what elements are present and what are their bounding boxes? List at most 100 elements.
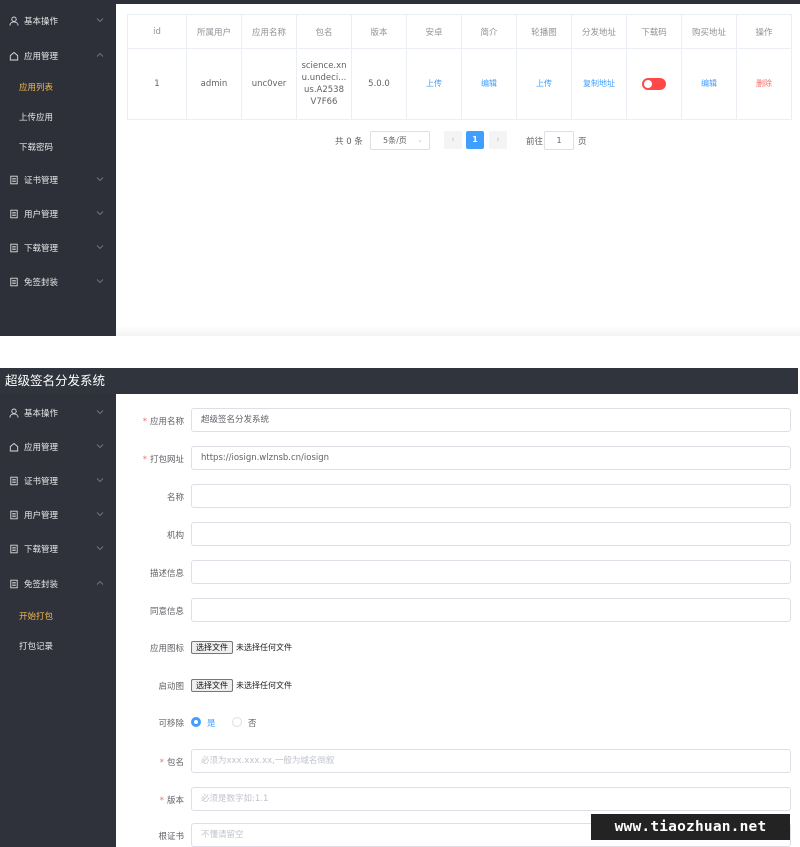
version-input[interactable]: 必须是数字如:1.1 (191, 787, 791, 811)
page-size-value: 5条/页 (383, 136, 407, 145)
required-mark: * (142, 455, 147, 465)
name-input[interactable] (191, 484, 791, 508)
sidebar-item-basic[interactable]: 基本操作 (0, 6, 116, 36)
home-icon (9, 51, 19, 61)
required-mark: * (142, 417, 147, 427)
form-label-text: 打包网址 (149, 455, 184, 465)
document-icon (9, 209, 19, 219)
sidebar-item-user-manage[interactable]: 用户管理 (0, 500, 116, 530)
sidebar-item-label: 基本操作 (24, 17, 59, 27)
sidebar-item-cert-manage[interactable]: 证书管理 (0, 466, 116, 496)
splash-file-button[interactable]: 选择文件 (191, 679, 233, 692)
package-line: us.A2538 (304, 85, 344, 95)
document-icon (9, 510, 19, 520)
form-row-pack-url: * 打包网址 https://iosign.wlznsb.cn/iosign (116, 446, 800, 470)
form-row-app-name: * 应用名称 超级签名分发系统 (116, 408, 800, 432)
pagination-total: 共 0 条 (335, 137, 363, 147)
form-row-version: * 版本 必须是数字如:1.1 (116, 787, 800, 811)
required-mark: * (159, 796, 164, 806)
sidebar-item-label: 免签封装 (24, 580, 59, 590)
pack-url-input[interactable]: https://iosign.wlznsb.cn/iosign (191, 446, 791, 470)
sidebar-item-free-sign[interactable]: 免签封装 (0, 569, 116, 599)
form-row-app-icon: 应用图标 选择文件 未选择任何文件 (116, 635, 800, 659)
sidebar-item-label: 基本操作 (24, 409, 59, 419)
sidebar-item-basic[interactable]: 基本操作 (0, 398, 116, 428)
form-label: * 打包网址 (143, 453, 184, 465)
form-row-splash: 启动图 选择文件 未选择任何文件 (116, 673, 800, 697)
cell-buy-url: 编辑 (681, 48, 737, 120)
pack-form-panel: * 应用名称 超级签名分发系统 * 打包网址 https://iosign.wlzn… (116, 394, 800, 847)
cell-id: 1 (127, 48, 187, 120)
col-header-download-code: 下载码 (626, 14, 682, 49)
chevron-down-icon (96, 279, 104, 284)
removable-yes-radio[interactable] (191, 717, 201, 727)
sidebar-sub-app-list[interactable]: 应用列表 (0, 72, 116, 102)
sidebar-item-user-manage[interactable]: 用户管理 (0, 199, 116, 229)
sidebar-item-cert-manage[interactable]: 证书管理 (0, 165, 116, 195)
form-label: 同意信息 (149, 607, 184, 617)
sidebar-item-label: 下载管理 (24, 244, 59, 254)
sidebar-item-label: 用户管理 (24, 210, 59, 220)
next-page-button[interactable]: › (489, 131, 507, 149)
document-icon (9, 544, 19, 554)
app-name-input[interactable]: 超级签名分发系统 (191, 408, 791, 432)
page-number-current[interactable]: 1 (466, 131, 484, 149)
splash-file-status: 未选择任何文件 (236, 681, 292, 690)
cell-download-code (626, 48, 682, 120)
chevron-down-icon (96, 177, 104, 182)
chevron-down-icon (96, 444, 104, 449)
sidebar-sub-pack-records[interactable]: 打包记录 (0, 631, 116, 661)
col-header-package: 包名 (296, 14, 352, 49)
sidebar-item-app-manage[interactable]: 应用管理 (0, 41, 116, 71)
download-code-toggle[interactable] (642, 77, 666, 90)
sidebar-item-label: 应用管理 (24, 52, 59, 62)
chevron-down-icon (96, 546, 104, 551)
form-label: 应用图标 (149, 644, 184, 654)
page-size-select[interactable]: 5条/页 ⌄ (370, 131, 430, 150)
bundle-id-input[interactable]: 必须为xxx.xxx.xx,一般为域名倒叙 (191, 749, 791, 773)
org-input[interactable] (191, 522, 791, 546)
delete-link[interactable]: 删除 (756, 79, 772, 88)
sidebar-item-label: 免签封装 (24, 278, 59, 288)
sidebar-item-label: 应用管理 (24, 443, 59, 453)
goto-label: 前往 (526, 137, 544, 147)
sidebar-sub-start-pack[interactable]: 开始打包 (0, 601, 116, 631)
col-header-android: 安卓 (406, 14, 462, 49)
removable-no-label[interactable]: 否 (248, 717, 257, 729)
form-label: * 应用名称 (143, 415, 184, 427)
sidebar-item-download-manage[interactable]: 下载管理 (0, 534, 116, 564)
chevron-down-icon (96, 18, 104, 23)
form-row-bundle: * 包名 必须为xxx.xxx.xx,一般为域名倒叙 (116, 749, 800, 773)
app-list-panel: id 所属用户 应用名称 包名 版本 安卓 简介 轮播图 分发地址 下载码 购买… (116, 4, 800, 336)
app-icon-file-status: 未选择任何文件 (236, 643, 292, 652)
edit-buy-url-link[interactable]: 编辑 (701, 79, 717, 88)
form-label: 名称 (166, 493, 184, 503)
upload-carousel-link[interactable]: 上传 (536, 79, 552, 88)
removable-yes-label[interactable]: 是 (207, 717, 216, 729)
copy-address-link[interactable]: 复制地址 (583, 79, 615, 88)
col-header-version: 版本 (351, 14, 407, 49)
prev-page-button[interactable]: ‹ (444, 131, 462, 149)
package-line: science.xn (301, 61, 347, 71)
form-label: 机构 (166, 531, 184, 541)
description-input[interactable] (191, 560, 791, 584)
sidebar-item-label: 用户管理 (24, 511, 59, 521)
sidebar-item-app-manage[interactable]: 应用管理 (0, 432, 116, 462)
col-header-id: id (127, 14, 187, 49)
sidebar-sub-download-password[interactable]: 下载密码 (0, 132, 116, 162)
removable-no-radio[interactable] (232, 717, 242, 727)
cell-app-name: unc0ver (241, 48, 297, 120)
upload-android-link[interactable]: 上传 (426, 79, 442, 88)
goto-page-input[interactable]: 1 (544, 131, 574, 150)
sidebar-item-free-sign[interactable]: 免签封装 (0, 267, 116, 297)
package-line: V7F66 (310, 97, 338, 107)
panel-shadow (116, 326, 800, 336)
sidebar-item-download-manage[interactable]: 下载管理 (0, 233, 116, 263)
edit-intro-link[interactable]: 编辑 (481, 79, 497, 88)
app-icon-file-button[interactable]: 选择文件 (191, 641, 233, 654)
required-mark: * (159, 758, 164, 768)
sidebar-sub-upload-app[interactable]: 上传应用 (0, 102, 116, 132)
form-row-name: 名称 (116, 484, 800, 508)
consent-input[interactable] (191, 598, 791, 622)
sidebar-item-label: 证书管理 (24, 477, 59, 487)
